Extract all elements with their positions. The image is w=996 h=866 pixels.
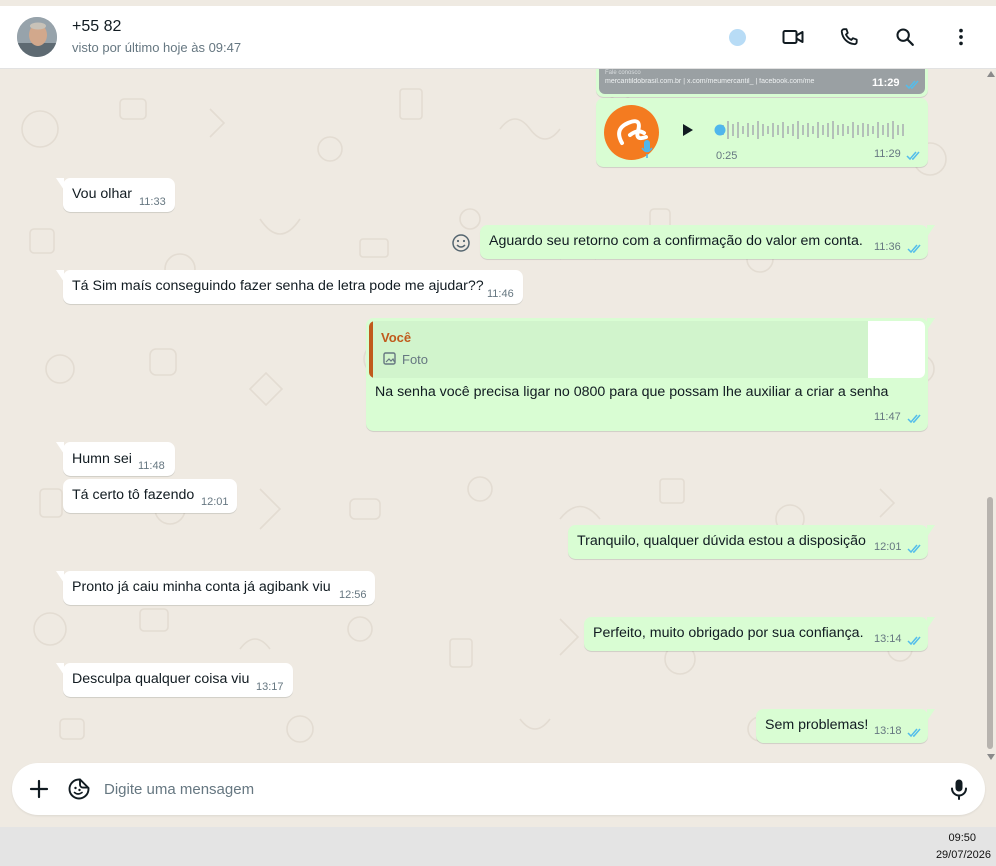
chat-header: +55 82 visto por último hoje às 09:47 (0, 6, 996, 69)
play-icon[interactable] (678, 121, 696, 139)
message-text: Aguardo seu retorno com a confirmação do… (489, 233, 863, 249)
message-bubble-incoming[interactable]: Pronto já caiu minha conta já agibank vi… (56, 571, 375, 605)
attach-plus-icon[interactable] (26, 776, 52, 802)
phone-icon[interactable] (836, 24, 862, 50)
last-seen-status: visto por último hoje às 09:47 (72, 40, 242, 55)
message-bubble-outgoing[interactable]: Perfeito, muito obrigado por sua confian… (584, 617, 935, 651)
message-composer (12, 763, 985, 815)
quote-text: Foto (402, 352, 429, 367)
message-bubble-outgoing[interactable]: 0:25 11:29 (596, 98, 928, 167)
link-preview-caption: Fale conosco (605, 70, 641, 76)
message-time: 12:01 (201, 496, 229, 508)
message-input[interactable] (104, 773, 924, 805)
chat-scrollbar[interactable] (987, 497, 993, 749)
read-receipt-icon (907, 414, 921, 424)
message-text: Perfeito, muito obrigado por sua confian… (593, 625, 864, 641)
message-text: Tá Sim maís conseguindo fazer senha de l… (72, 278, 484, 294)
message-bubble-outgoing[interactable]: Tranquilo, qualquer dúvida estou a dispo… (568, 525, 935, 559)
quoted-message[interactable]: Você Foto (369, 321, 925, 378)
read-receipt-icon (905, 80, 919, 90)
scroll-up-arrow[interactable] (987, 71, 995, 77)
scroll-down-arrow[interactable] (987, 754, 995, 760)
message-time: 11:29 (874, 148, 901, 160)
message-time: 11:47 (874, 411, 901, 423)
message-bubble-outgoing[interactable]: Você Foto Na senha você precisa ligar no… (366, 318, 935, 431)
message-time: 11:36 (874, 241, 901, 253)
link-preview-text: mercantildobrasil.com.br | x.com/meumerc… (605, 78, 815, 85)
message-text: Pronto já caiu minha conta já agibank vi… (72, 579, 331, 595)
message-time: 13:14 (874, 633, 902, 645)
contact-avatar[interactable] (17, 17, 57, 57)
message-text: Vou olhar (72, 186, 132, 202)
message-bubble-incoming[interactable]: Tá Sim maís conseguindo fazer senha de l… (56, 270, 523, 304)
message-time: 13:17 (256, 681, 284, 693)
message-text: Humn sei (72, 451, 132, 467)
photo-icon (383, 352, 396, 365)
message-text: Desculpa qualquer coisa viu (72, 671, 250, 687)
taskbar-clock-date[interactable]: 29/07/2026 (936, 849, 991, 861)
emoji-reaction-icon[interactable] (450, 232, 472, 254)
message-time: 11:33 (139, 196, 166, 208)
audio-duration: 0:25 (716, 150, 738, 162)
os-taskbar: 09:50 29/07/2026 (0, 827, 996, 866)
quote-thumbnail (868, 321, 925, 378)
message-text: Tranquilo, qualquer dúvida estou a dispo… (577, 533, 866, 549)
contact-name[interactable]: +55 82 (72, 18, 121, 36)
message-bubble-outgoing[interactable]: Sem problemas! 13:18 (756, 709, 935, 743)
quote-author: Você (381, 330, 412, 345)
message-time: 11:29 (872, 77, 900, 89)
sticker-emoji-icon[interactable] (66, 776, 92, 802)
read-receipt-icon (907, 728, 921, 738)
more-vertical-icon[interactable] (948, 24, 974, 50)
message-bubble-incoming[interactable]: Tá certo tô fazendo 12:01 (63, 479, 237, 513)
audio-waveform[interactable] (714, 116, 912, 144)
read-receipt-icon (906, 151, 920, 161)
message-list[interactable]: Fale conosco mercantildobrasil.com.br | … (0, 69, 996, 761)
message-time: 11:46 (487, 288, 514, 300)
message-time: 13:18 (874, 725, 902, 737)
taskbar-clock-time[interactable]: 09:50 (948, 832, 976, 844)
message-time: 11:48 (138, 460, 165, 472)
microphone-icon[interactable] (946, 776, 972, 802)
whatsapp-window: +55 82 visto por último hoje às 09:47 Fa… (0, 0, 996, 827)
search-icon[interactable] (892, 24, 918, 50)
message-bubble-incoming[interactable]: Desculpa qualquer coisa viu 13:17 (56, 663, 293, 697)
microphone-icon (641, 140, 653, 158)
message-time: 12:56 (339, 589, 367, 601)
message-text: Na senha você precisa ligar no 0800 para… (375, 384, 889, 400)
message-text: Sem problemas! (765, 717, 869, 733)
message-text: Tá certo tô fazendo (72, 487, 195, 503)
video-camera-icon[interactable] (780, 24, 806, 50)
read-receipt-icon (907, 544, 921, 554)
message-bubble-incoming[interactable]: Vou olhar 11:33 (56, 178, 175, 212)
message-bubble-outgoing[interactable]: Fale conosco mercantildobrasil.com.br | … (596, 69, 928, 97)
read-receipt-icon (907, 636, 921, 646)
read-receipt-icon (907, 244, 921, 254)
message-bubble-incoming[interactable]: Humn sei 11:48 (56, 442, 175, 476)
status-indicator[interactable] (729, 29, 746, 46)
message-bubble-outgoing[interactable]: Aguardo seu retorno com a confirmação do… (480, 225, 935, 259)
message-time: 12:01 (874, 541, 902, 553)
